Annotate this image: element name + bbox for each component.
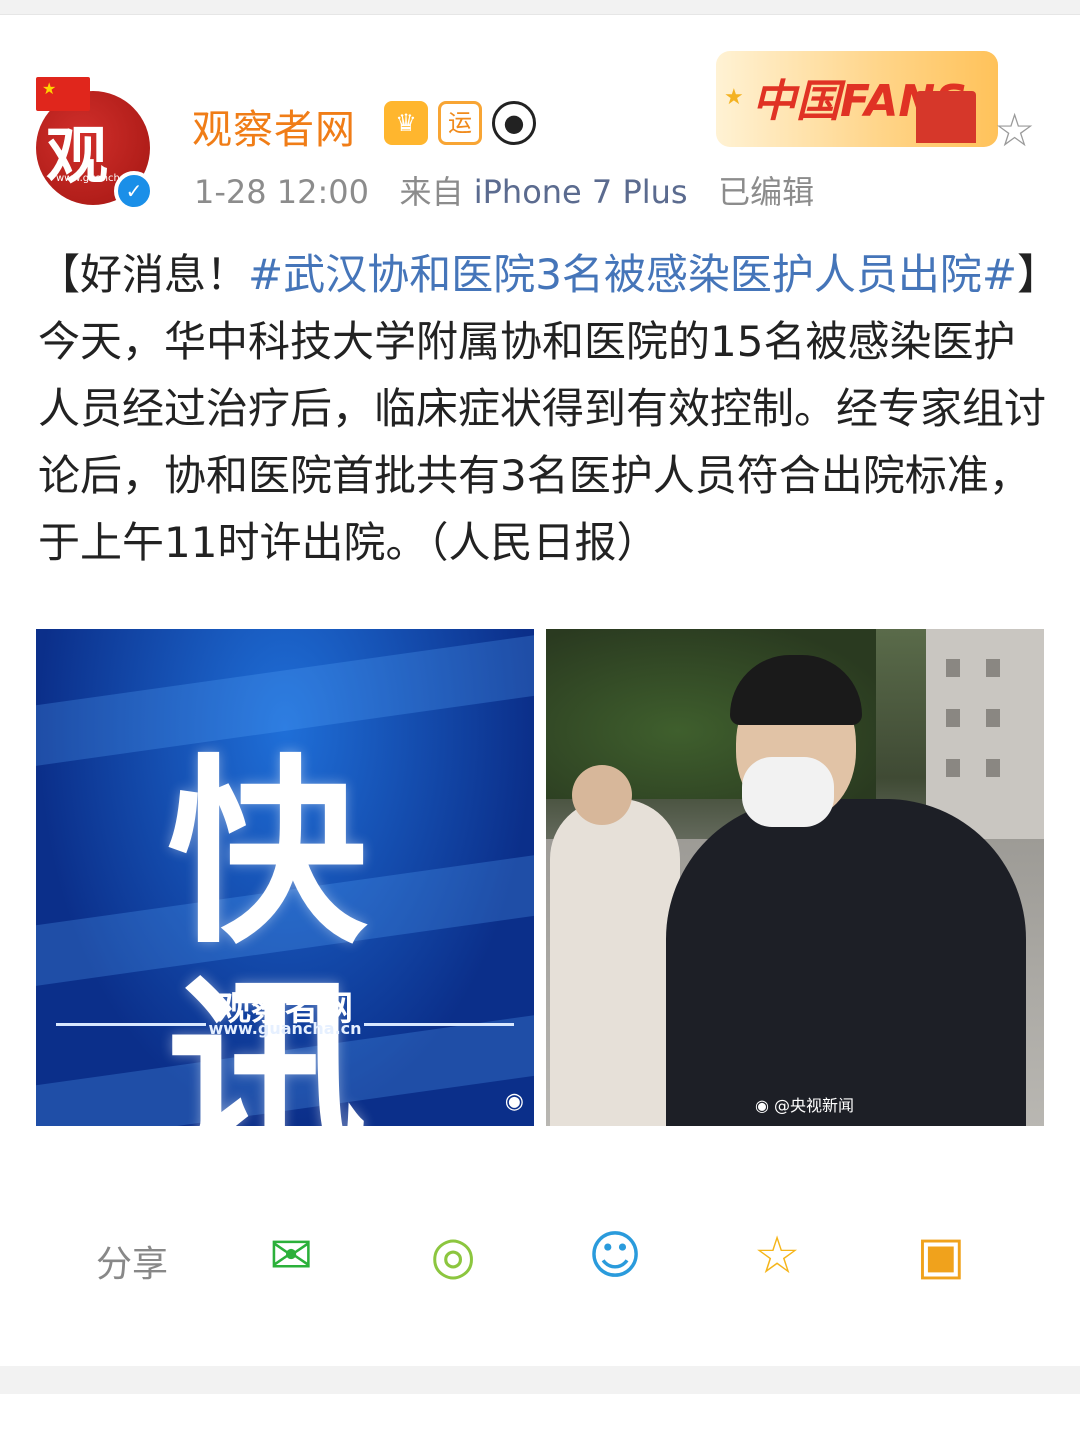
flag-icon: ★ (36, 77, 90, 111)
section-gap (0, 1366, 1080, 1394)
post-meta: 1-28 12:00 来自 iPhone 7 Plus 已编辑 (194, 167, 814, 213)
vip-crown-icon[interactable]: ♛ (384, 101, 428, 145)
share-label: 分享 (96, 1244, 169, 1285)
post-prefix: 【好消息！ (38, 250, 249, 299)
background-person (550, 799, 680, 1126)
qzone-icon[interactable]: ☆ (742, 1223, 812, 1289)
flash-news-title: 快 讯 (166, 738, 403, 1127)
image-watermark: ◉ @央视新闻 (754, 1096, 854, 1115)
moments-icon[interactable]: ◎ (418, 1223, 488, 1289)
main-person (666, 799, 1026, 1126)
post-time: 1-28 12:00 (194, 173, 370, 211)
image-discharged-staff[interactable]: ◉ @央视新闻 (546, 629, 1044, 1126)
comment-tabbar (0, 1394, 1080, 1446)
background-person-head (572, 765, 632, 825)
banner-star-icon: ★ (724, 85, 744, 110)
face-mask (742, 757, 834, 827)
post-text: 【好消息！#武汉协和医院3名被感染医护人员出院#】今天，华中科技大学附属协和医院… (38, 241, 1048, 576)
building (926, 629, 1044, 839)
image-flash-news[interactable]: 快 讯 观察者网 www.guancha.cn ◉ (36, 629, 534, 1126)
username[interactable]: 观察者网 (192, 97, 356, 155)
top-strip (0, 0, 1080, 14)
from-label: 来自 (399, 173, 464, 211)
avatar[interactable]: 观 www.guancha ★ ✓ (34, 71, 154, 211)
weibo-watermark-icon: ◉ (504, 1089, 524, 1114)
image-url: www.guancha.cn (208, 1019, 362, 1038)
post-card: 观 www.guancha ★ ✓ 观察者网 ♛ 运 ● 1-28 12:00 … (0, 14, 1080, 1366)
panda-badge-icon[interactable]: ● (492, 101, 536, 145)
edited-label[interactable]: 已编辑 (718, 173, 814, 211)
wechat-icon[interactable]: ✉ (256, 1223, 326, 1289)
yun-badge-icon[interactable]: 运 (438, 101, 482, 145)
save-image-icon[interactable]: ▣ (906, 1223, 976, 1289)
qq-icon[interactable]: ☺ (580, 1223, 650, 1289)
post-source[interactable]: iPhone 7 Plus (474, 173, 688, 211)
verified-icon: ✓ (114, 171, 154, 211)
gate-icon (916, 91, 976, 143)
china-fans-banner[interactable]: ★ 中国FANS (716, 51, 998, 147)
hashtag-link[interactable]: #武汉协和医院3名被感染医护人员出院# (248, 250, 1017, 299)
favorite-star-icon[interactable]: ☆ (994, 103, 1035, 157)
